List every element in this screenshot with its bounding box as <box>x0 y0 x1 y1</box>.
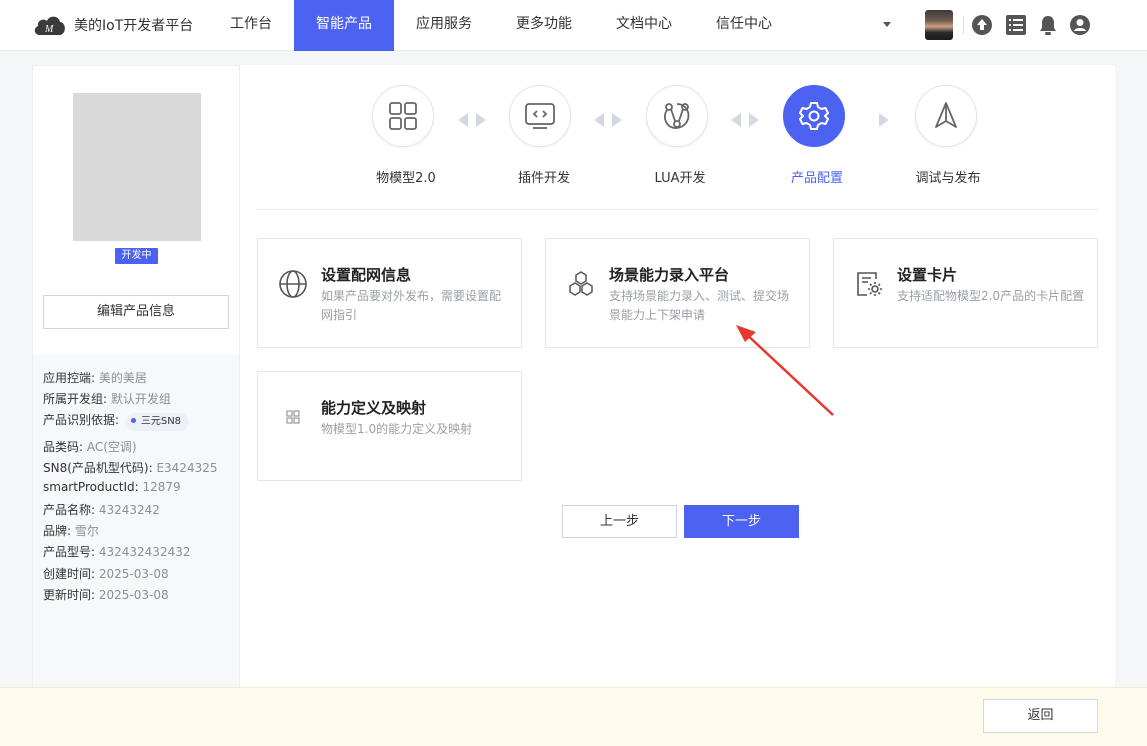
globe-icon <box>279 270 307 298</box>
step-label-debug-publish: 调试与发布 <box>915 171 981 186</box>
cloud-logo-icon: M <box>34 16 65 35</box>
nav-docs-center[interactable]: 文档中心 <box>600 0 688 51</box>
info-row-identify-basis: 产品识别依据: 三元SN8 <box>43 411 190 431</box>
code-monitor-icon <box>525 103 555 129</box>
info-row-updated: 更新时间: 2025-03-08 <box>43 588 169 602</box>
info-row-brand: 品牌: 雪尔 <box>43 524 99 538</box>
card-title: 场景能力录入平台 <box>609 266 730 284</box>
info-row-smart-product-id: smartProductId: 12879 <box>43 480 181 494</box>
step-lua-dev[interactable] <box>646 85 708 147</box>
product-details: 应用控端: 美的美居 所属开发组: 默认开发组 产品识别依据: 三元SN8 品类… <box>33 354 239 694</box>
list-icon[interactable] <box>1005 14 1027 36</box>
info-row-product-name: 产品名称: 43243242 <box>43 503 160 517</box>
info-row-sn8: SN8(产品机型代码): E3424325 <box>43 461 218 475</box>
footer-bar: 返回 <box>0 687 1147 746</box>
step-label-thing-model: 物模型2.0 <box>376 171 436 186</box>
arrow-left-icon <box>594 113 604 127</box>
small-grid-icon <box>286 410 300 424</box>
chevron-down-icon[interactable] <box>883 22 891 27</box>
arrow-right-icon <box>879 113 889 127</box>
divider <box>963 16 964 34</box>
grid-icon <box>389 102 417 130</box>
edit-product-info-button[interactable]: 编辑产品信息 <box>43 295 229 329</box>
card-scene-capability[interactable]: 场景能力录入平台 支持场景能力录入、测试、提交场景能力上下架申请 <box>545 238 810 348</box>
info-row-model: 产品型号: 432432432432 <box>43 545 191 559</box>
arrow-left-icon <box>458 113 468 127</box>
card-title: 设置卡片 <box>897 266 958 284</box>
brand[interactable]: M 美的IoT开发者平台 <box>32 12 193 38</box>
main-content: 物模型2.0 插件开发 LUA开发 产品配置 调试与发布 设置配网信息 如果产品… <box>240 65 1115 687</box>
nav-smart-products[interactable]: 智能产品 <box>294 0 394 51</box>
nav-app-services[interactable]: 应用服务 <box>400 0 488 51</box>
nodes-icon <box>664 103 690 129</box>
product-info-panel: 开发中 编辑产品信息 应用控端: 美的美居 所属开发组: 默认开发组 产品识别依… <box>32 65 240 695</box>
section-divider <box>256 209 1098 210</box>
nav-workbench[interactable]: 工作台 <box>212 0 290 51</box>
arrow-right-icon <box>612 113 622 127</box>
card-set-card[interactable]: 设置卡片 支持适配物模型2.0产品的卡片配置 <box>833 238 1098 348</box>
brand-name: 美的IoT开发者平台 <box>74 18 194 34</box>
send-icon <box>935 102 957 128</box>
top-nav-bar: M 美的IoT开发者平台 工作台 智能产品 应用服务 更多功能 文档中心 信任中… <box>0 0 1147 51</box>
card-description: 物模型1.0的能力定义及映射 <box>321 422 473 436</box>
step-label-plugin-dev: 插件开发 <box>517 171 570 186</box>
nav-more-features[interactable]: 更多功能 <box>500 0 588 51</box>
info-row-category-code: 品类码: AC(空调) <box>43 440 137 454</box>
step-thing-model[interactable] <box>372 85 434 147</box>
svg-text:M: M <box>44 24 54 35</box>
arrow-right-icon <box>476 113 486 127</box>
sn8-tag: 三元SN8 <box>124 413 190 431</box>
arrow-right-icon <box>749 113 759 127</box>
card-description: 支持场景能力录入、测试、提交场景能力上下架申请 <box>609 289 790 322</box>
info-row-dev-group: 所属开发组: 默认开发组 <box>43 392 171 406</box>
card-description: 支持适配物模型2.0产品的卡片配置 <box>897 289 1085 303</box>
product-image-placeholder <box>73 93 201 241</box>
card-network-config[interactable]: 设置配网信息 如果产品要对外发布，需要设置配网指引 <box>257 238 522 348</box>
card-capability-mapping[interactable]: 能力定义及映射 物模型1.0的能力定义及映射 <box>257 371 522 481</box>
avatar[interactable] <box>925 10 953 40</box>
gear-icon <box>799 102 829 130</box>
previous-step-button[interactable]: 上一步 <box>562 505 677 538</box>
step-plugin-dev[interactable] <box>509 85 571 147</box>
card-settings-icon <box>857 272 882 296</box>
bell-icon[interactable] <box>1037 14 1059 36</box>
status-badge: 开发中 <box>115 248 158 264</box>
card-title: 设置配网信息 <box>321 266 412 284</box>
back-button[interactable]: 返回 <box>983 699 1098 733</box>
step-label-product-config: 产品配置 <box>790 171 843 186</box>
card-description: 如果产品要对外发布，需要设置配网指引 <box>321 289 502 322</box>
nav-trust-center[interactable]: 信任中心 <box>700 0 788 51</box>
next-step-button[interactable]: 下一步 <box>684 505 799 538</box>
user-icon[interactable] <box>1069 14 1091 36</box>
hexagons-icon <box>569 271 593 296</box>
step-label-lua-dev: LUA开发 <box>654 171 706 186</box>
step-product-config[interactable] <box>783 85 845 147</box>
card-title: 能力定义及映射 <box>321 399 427 417</box>
info-row-created: 创建时间: 2025-03-08 <box>43 567 169 581</box>
upload-icon[interactable] <box>971 14 993 36</box>
step-debug-publish[interactable] <box>915 85 977 147</box>
arrow-left-icon <box>731 113 741 127</box>
info-row-app-control: 应用控端: 美的美居 <box>43 371 147 385</box>
